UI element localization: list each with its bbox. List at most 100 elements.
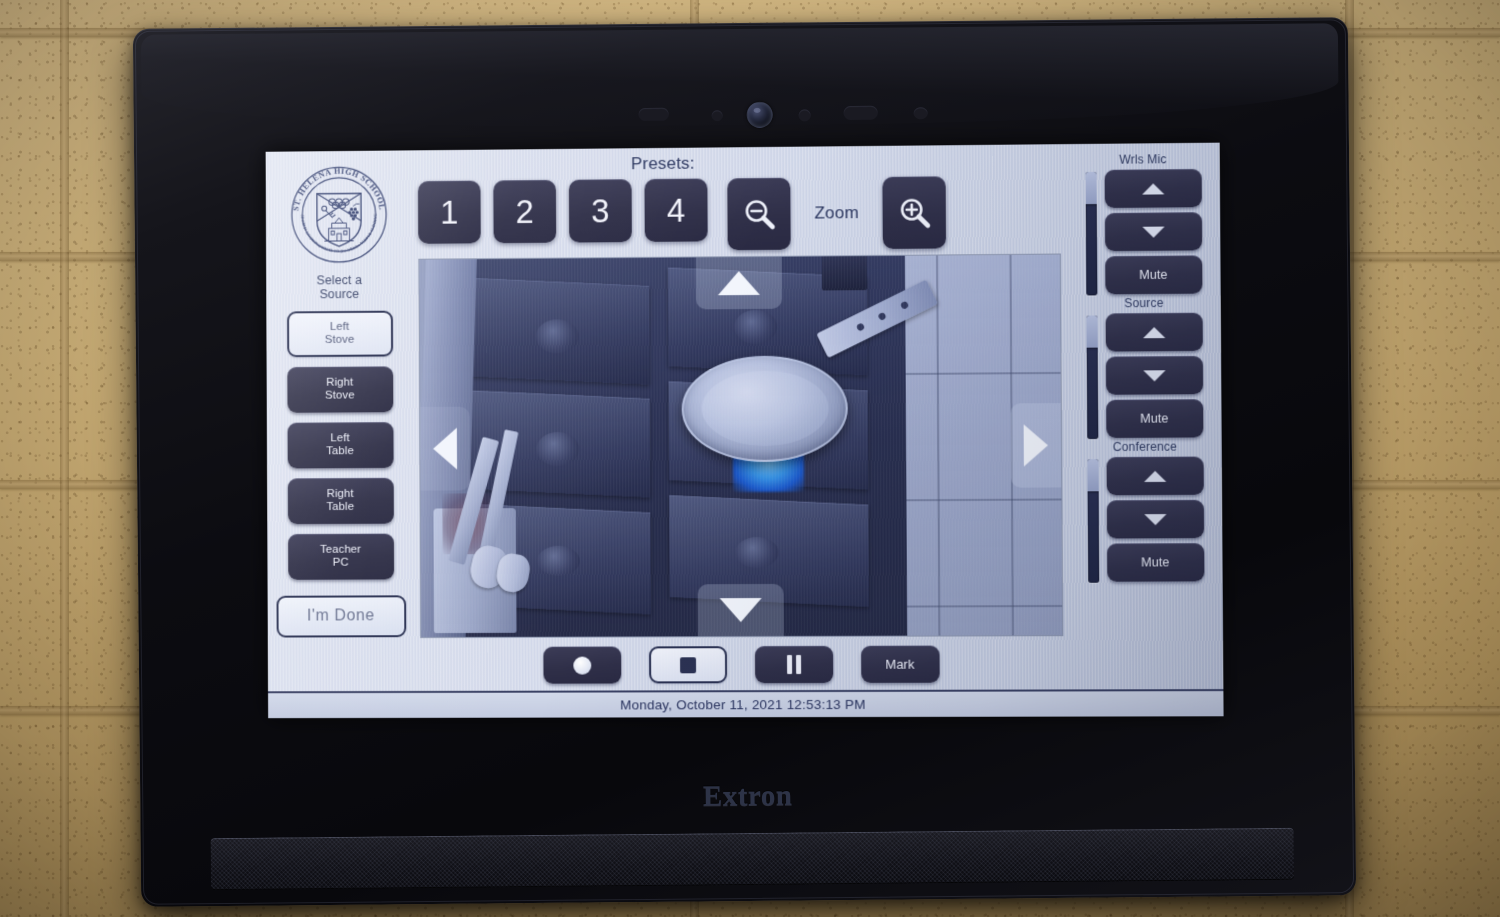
wrls-mic-mute-button[interactable]: Mute xyxy=(1105,255,1202,294)
speaker-grille xyxy=(211,828,1294,890)
source-label-line2: Table xyxy=(326,501,354,513)
source-volume-down-button[interactable] xyxy=(1105,356,1202,395)
zoom-in-button[interactable] xyxy=(883,176,947,249)
audio-group-source: Mute xyxy=(1086,313,1203,439)
pan-right-arrow[interactable] xyxy=(1010,403,1061,488)
magnifier-minus-icon xyxy=(741,196,777,232)
presets-title: Presets: xyxy=(418,150,1060,176)
camera-lens-icon xyxy=(747,102,773,128)
source-button-teacher-pc[interactable]: Teacher PC xyxy=(288,534,394,580)
camera-video-feed[interactable] xyxy=(418,254,1063,639)
volume-up-icon xyxy=(1143,470,1165,481)
pan-up-arrow[interactable] xyxy=(695,257,781,310)
source-label-line2: Stove xyxy=(325,334,355,346)
preset-button-2[interactable]: 2 xyxy=(493,180,556,243)
source-label-line2: Table xyxy=(326,445,354,457)
screen-surface: ST. HELENA HIGH SCHOOL WISDOM IS KNOWING… xyxy=(266,143,1224,719)
triangle-left-icon xyxy=(431,426,459,470)
volume-down-icon xyxy=(1142,226,1164,237)
magnifier-plus-icon xyxy=(896,194,932,230)
record-circle-icon xyxy=(573,656,591,674)
audio-sidebar: Wrls Mic Mute Source Mute Conference Mut… xyxy=(1066,149,1223,690)
source-label-line1: Left xyxy=(330,432,349,444)
pan-down-arrow[interactable] xyxy=(697,584,783,636)
main-content-row: ST. HELENA HIGH SCHOOL WISDOM IS KNOWING… xyxy=(266,143,1224,692)
video-image xyxy=(419,255,1062,638)
source-label-line2: Stove xyxy=(325,389,355,401)
stop-button[interactable] xyxy=(649,646,727,683)
proximity-sensor-icon xyxy=(639,108,669,121)
source-label-line1: Right xyxy=(327,488,354,500)
status-bar: Monday, October 11, 2021 12:53:13 PM xyxy=(268,689,1224,718)
source-mute-button[interactable]: Mute xyxy=(1106,399,1203,438)
source-buttons: Mute xyxy=(1105,313,1203,438)
volume-down-icon xyxy=(1143,370,1165,381)
source-label-line1: Right xyxy=(326,376,353,388)
volume-up-icon xyxy=(1142,183,1164,194)
zoom-out-button[interactable] xyxy=(727,178,790,250)
wrls-mic-volume-up-button[interactable] xyxy=(1104,169,1201,208)
audio-group-wrls-mic: Mute xyxy=(1085,169,1202,296)
source-label-line1: Left xyxy=(330,321,349,333)
source-label-line2: PC xyxy=(333,557,349,569)
source-button-right-stove[interactable]: Right Stove xyxy=(287,366,393,412)
wrls-mic-buttons: Mute xyxy=(1104,169,1202,294)
video-scanlines xyxy=(419,255,1062,638)
presets-and-zoom-row: 1 2 3 4 Zoom xyxy=(418,175,1061,252)
stop-square-icon xyxy=(680,657,696,673)
status-led-icon xyxy=(914,107,928,119)
conference-volume-slider[interactable] xyxy=(1087,459,1099,583)
im-done-button[interactable]: I'm Done xyxy=(276,595,406,637)
volume-down-icon xyxy=(1144,514,1166,525)
wrls-mic-volume-down-button[interactable] xyxy=(1104,212,1201,251)
audio-group-label-wrls-mic: Wrls Mic xyxy=(1119,152,1167,166)
audio-group-label-conference: Conference xyxy=(1113,440,1177,454)
pan-left-arrow[interactable] xyxy=(420,406,470,490)
control-ui: ST. HELENA HIGH SCHOOL WISDOM IS KNOWING… xyxy=(266,143,1224,719)
source-button-left-stove[interactable]: Left Stove xyxy=(287,311,393,357)
microphone-icon xyxy=(844,106,878,120)
source-sidebar: ST. HELENA HIGH SCHOOL WISDOM IS KNOWING… xyxy=(266,156,415,691)
wrls-mic-volume-slider[interactable] xyxy=(1085,172,1097,296)
zoom-control-group: Zoom xyxy=(727,176,946,250)
conference-volume-down-button[interactable] xyxy=(1106,500,1203,539)
record-button[interactable] xyxy=(543,646,621,683)
source-label-line1: Teacher xyxy=(320,543,361,555)
recording-transport-controls: Mark xyxy=(420,636,1063,691)
conference-volume-up-button[interactable] xyxy=(1106,457,1203,496)
audio-group-conference: Mute xyxy=(1087,457,1204,583)
camera-control-column: Presets: 1 2 3 4 Zoom Mark xyxy=(412,150,1070,691)
triangle-down-icon xyxy=(718,596,762,624)
mark-button[interactable]: Mark xyxy=(861,646,940,683)
light-sensor-icon xyxy=(712,110,723,121)
select-source-label: Select a Source xyxy=(317,273,363,301)
conference-buttons: Mute xyxy=(1106,457,1204,582)
volume-up-icon xyxy=(1143,327,1165,338)
zoom-label: Zoom xyxy=(790,203,883,224)
audio-group-label-source: Source xyxy=(1124,296,1163,310)
preset-button-group: 1 2 3 4 xyxy=(418,178,708,243)
slider-knob[interactable] xyxy=(1085,172,1096,204)
pause-bars-icon xyxy=(787,655,801,674)
extron-touchpanel-device: ST. HELENA HIGH SCHOOL WISDOM IS KNOWING… xyxy=(133,17,1356,907)
preset-button-1[interactable]: 1 xyxy=(418,181,481,244)
conference-mute-button[interactable]: Mute xyxy=(1107,543,1204,582)
source-button-right-table[interactable]: Right Table xyxy=(287,478,393,524)
preset-button-3[interactable]: 3 xyxy=(569,179,632,242)
touchscreen-display[interactable]: ST. HELENA HIGH SCHOOL WISDOM IS KNOWING… xyxy=(266,143,1224,719)
triangle-right-icon xyxy=(1022,423,1050,467)
slider-knob[interactable] xyxy=(1086,315,1097,347)
select-source-line2: Source xyxy=(319,287,359,301)
source-volume-up-button[interactable] xyxy=(1105,313,1202,352)
status-datetime: Monday, October 11, 2021 12:53:13 PM xyxy=(620,697,866,713)
pause-button[interactable] xyxy=(754,646,832,683)
select-source-line1: Select a xyxy=(317,273,363,287)
sensor-strip xyxy=(133,77,1349,149)
ir-sensor-icon xyxy=(799,109,811,121)
source-button-left-table[interactable]: Left Table xyxy=(287,422,393,468)
source-volume-slider[interactable] xyxy=(1086,315,1098,439)
triangle-up-icon xyxy=(716,269,760,297)
preset-button-4[interactable]: 4 xyxy=(644,178,707,241)
st-helena-high-school-crest-logo: ST. HELENA HIGH SCHOOL WISDOM IS KNOWING… xyxy=(286,162,391,268)
slider-knob[interactable] xyxy=(1087,459,1098,491)
